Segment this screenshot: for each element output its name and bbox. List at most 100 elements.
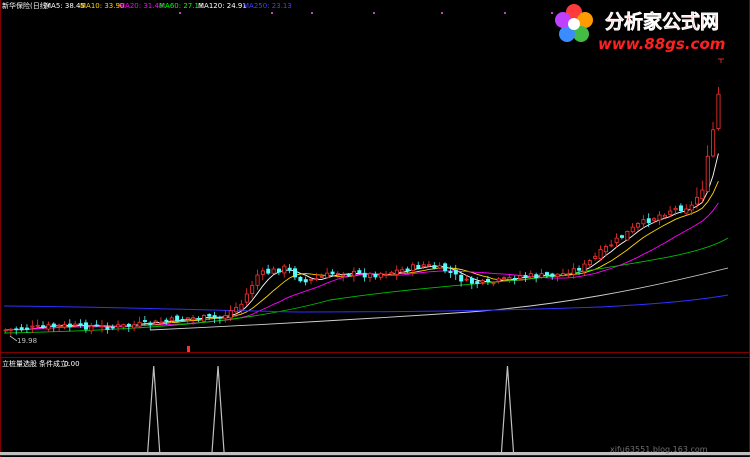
candlestick — [3, 328, 8, 333]
candlestick — [228, 305, 233, 321]
candlestick — [705, 145, 710, 194]
candlestick — [30, 320, 35, 334]
candlestick — [711, 121, 716, 158]
candlestick — [555, 273, 560, 282]
candlestick — [175, 314, 180, 323]
event-marker — [373, 12, 375, 14]
candlestick — [298, 275, 303, 283]
volume-marker — [187, 346, 190, 352]
candlestick — [561, 268, 566, 277]
candlestick — [351, 267, 356, 282]
candlestick — [362, 268, 367, 282]
indicator-condition-value: 0.00 — [64, 360, 80, 368]
signal-spikes — [147, 365, 515, 453]
candlestick — [126, 322, 131, 332]
candlestick — [630, 223, 635, 234]
candlestick — [25, 324, 30, 333]
stock-chart: 新华保险(日线) MA5: 38.45 MA10: 33.90 MA20: 31… — [0, 0, 750, 457]
ma-legend-item: MA5: 38.45 — [45, 2, 85, 10]
candlestick — [266, 264, 271, 275]
candlestick — [684, 204, 689, 216]
flower-logo-icon — [555, 4, 593, 42]
candlestick — [480, 278, 485, 285]
event-marker — [441, 12, 443, 14]
candlestick — [276, 267, 281, 276]
footer-watermark: xifu63551.blog.163.com — [610, 445, 708, 454]
ma-legend: MA5: 38.45 MA10: 33.90 MA20: 31.48 MA60:… — [45, 2, 292, 10]
candlestick — [196, 316, 201, 323]
signal-spike — [147, 365, 161, 453]
candlestick — [116, 320, 121, 332]
ma-legend-item: MA10: 33.90 — [80, 2, 124, 10]
candlestick — [250, 280, 255, 299]
indicator-name: 立桩量选股 — [2, 359, 37, 368]
signal-spike — [211, 365, 225, 453]
candlestick — [394, 265, 399, 281]
indicator-header: 立桩量选股 条件成立: 0.00 — [2, 359, 80, 368]
candlestick — [8, 327, 13, 336]
candlestick — [507, 274, 512, 283]
candlestick — [368, 271, 373, 282]
candlestick — [51, 322, 56, 332]
ma-legend-item: MA60: 27.11 — [159, 2, 203, 10]
candlestick — [432, 262, 437, 270]
candlestick — [319, 273, 324, 279]
candlestick — [571, 263, 576, 279]
candlestick — [496, 277, 501, 284]
ma-legend-item: MA250: 23.13 — [243, 2, 292, 10]
top-event-markers — [179, 12, 553, 14]
candlestick — [201, 314, 206, 323]
candlestick — [598, 245, 603, 261]
candlestick — [378, 272, 383, 281]
candlestick — [609, 239, 614, 248]
candlestick — [550, 272, 555, 280]
candlestick — [100, 320, 105, 333]
candlestick — [293, 266, 298, 281]
candlestick — [180, 316, 185, 322]
candlestick — [475, 277, 480, 289]
candlestick — [384, 270, 389, 279]
watermark-title: 分析家公式网 — [605, 10, 719, 33]
candlestick — [523, 272, 528, 283]
event-marker — [311, 12, 313, 14]
moving-average-lines — [3, 153, 729, 334]
signal-spike — [500, 365, 515, 453]
candlesticks — [3, 86, 721, 336]
candlestick — [239, 300, 244, 316]
candlestick — [62, 321, 67, 330]
ma-legend-item: MA20: 31.48 — [119, 2, 163, 10]
candlestick — [303, 276, 308, 286]
candlestick — [132, 320, 137, 332]
candlestick — [437, 262, 442, 269]
candlestick — [159, 317, 164, 325]
candlestick — [427, 260, 432, 267]
candlestick — [137, 316, 142, 329]
candlestick — [668, 206, 673, 217]
candlestick — [443, 262, 448, 274]
candlestick — [534, 272, 539, 283]
candlestick — [641, 215, 646, 229]
watermark-url: www.88gs.com — [598, 35, 725, 53]
candlestick — [282, 263, 287, 278]
candlestick — [453, 264, 458, 280]
candlestick — [593, 252, 598, 261]
candlestick — [657, 211, 662, 225]
event-marker — [179, 12, 181, 14]
chart-frame — [0, 0, 750, 457]
candlestick — [217, 315, 222, 324]
event-marker — [551, 12, 553, 14]
low-price-annotation: 19.98 — [9, 335, 37, 345]
candlestick — [287, 264, 292, 274]
candlestick — [620, 234, 625, 240]
high-marker — [718, 58, 724, 63]
event-marker — [271, 12, 273, 14]
candlestick — [528, 270, 533, 279]
candlestick — [325, 267, 330, 279]
candlestick — [89, 322, 94, 335]
candlestick — [105, 322, 110, 334]
candlestick — [625, 230, 630, 242]
ma120-line — [149, 267, 729, 331]
candlestick — [94, 320, 99, 327]
candlestick — [244, 288, 249, 306]
candlestick — [260, 267, 265, 281]
